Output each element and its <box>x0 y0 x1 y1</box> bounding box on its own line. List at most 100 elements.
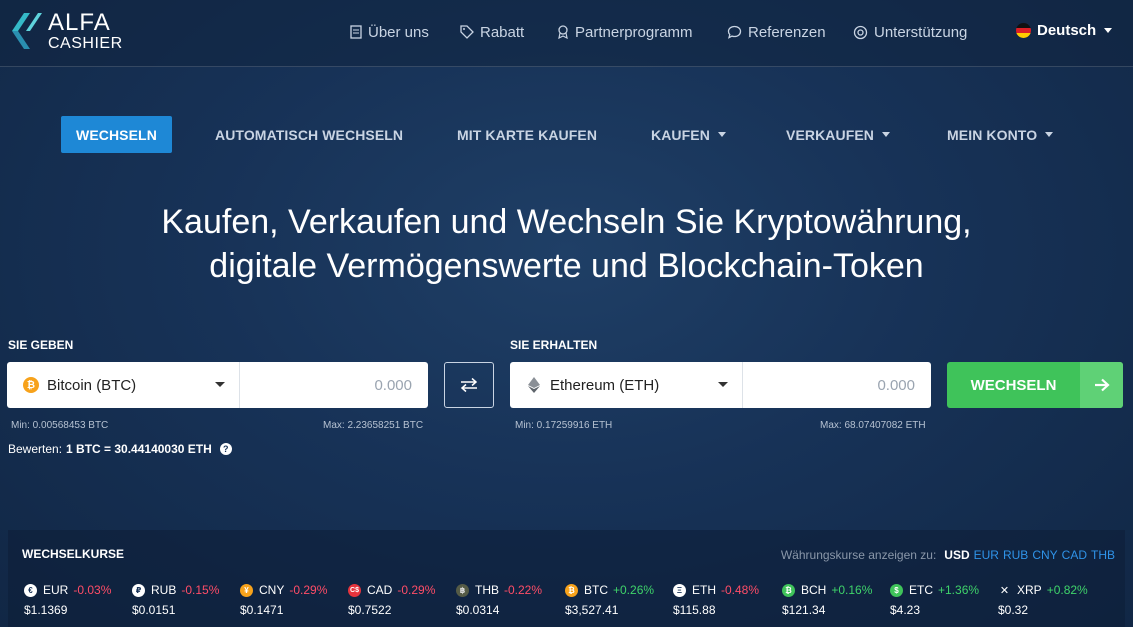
mainnav-label: MEIN KONTO <box>947 126 1038 143</box>
ticker-change: -0.48% <box>721 583 760 597</box>
ticker-symbol: XRP <box>1017 583 1042 597</box>
swap-arrows-icon <box>460 377 478 393</box>
topnav-item-about[interactable]: Über uns <box>350 22 429 42</box>
ticker-etc[interactable]: $ ETC +1.36% $4.23 <box>890 582 1000 622</box>
chevron-down-icon <box>215 382 225 387</box>
currency-option-eur[interactable]: EUR <box>974 548 999 562</box>
hero-title-line1: Kaufen, Verkaufen und Wechseln Sie Krypt… <box>161 203 972 241</box>
ticker-symbol: ETH <box>692 583 716 597</box>
ticker-change: -0.29% <box>289 583 328 597</box>
ticker-xrp[interactable]: ✕ XRP +0.82% $0.32 <box>998 582 1108 622</box>
ticker-symbol: BCH <box>801 583 827 597</box>
chevron-down-icon <box>717 132 726 137</box>
ticker-change: -0.15% <box>181 583 220 597</box>
ticker-symbol: ETC <box>909 583 933 597</box>
mainnav-tab-my-account[interactable]: MEIN KONTO <box>947 116 1054 153</box>
logo-text-alfa: ALFA <box>48 9 111 36</box>
topnav-item-support[interactable]: Unterstützung <box>853 22 967 42</box>
help-icon[interactable]: ? <box>219 443 232 455</box>
ticker-btc[interactable]: ₿ BTC +0.26% $3,527.41 <box>565 582 675 622</box>
arrow-right-icon <box>1080 362 1123 408</box>
ticker-rub[interactable]: ₽ RUB -0.15% $0.0151 <box>132 582 242 622</box>
receive-amount-input[interactable]: 0.000 <box>877 362 915 408</box>
ticker-change: -0.29% <box>397 583 436 597</box>
ticker-symbol: EUR <box>43 583 69 597</box>
ticker-cad[interactable]: C$ CAD -0.29% $0.7522 <box>348 582 458 622</box>
receive-label: SIE ERHALTEN <box>510 338 598 352</box>
receive-currency-select[interactable]: Ethereum (ETH) <box>510 362 743 408</box>
give-amount-input[interactable]: 0.000 <box>374 362 412 408</box>
mainnav-tab-sell[interactable]: VERKAUFEN <box>786 116 891 153</box>
ticker-symbol: CAD <box>367 583 393 597</box>
topnav-item-partner-program[interactable]: Partnerprogramm <box>557 22 693 42</box>
ticker-price: $4.23 <box>890 603 921 617</box>
mainnav-label: MIT KARTE KAUFEN <box>457 126 598 143</box>
support-icon <box>853 25 868 39</box>
currency-option-cny[interactable]: CNY <box>1032 548 1057 562</box>
receive-min: Min: 0.17259916 ETH <box>515 420 613 431</box>
rates-currency-label: Währungskurse anzeigen zu: <box>780 548 937 562</box>
ticker-change: -0.22% <box>504 583 543 597</box>
rates-currency-switcher: Währungskurse anzeigen zu: USD EUR RUB C… <box>777 548 1115 562</box>
ticker-price: $0.7522 <box>348 603 392 617</box>
chevron-down-icon <box>1104 28 1113 33</box>
ticker-change: -0.03% <box>73 583 112 597</box>
ticker-eth[interactable]: Ξ ETH -0.48% $115.88 <box>673 582 783 622</box>
rate-value: 1 BTC = 30.44140030 ETH <box>66 442 212 456</box>
exchange-button[interactable]: WECHSELN <box>947 362 1123 408</box>
topnav-item-references[interactable]: Referenzen <box>727 22 826 42</box>
ticker-symbol: CNY <box>259 583 285 597</box>
ticker-eur[interactable]: € EUR -0.03% $1.1369 <box>24 582 134 622</box>
mainnav-label: WECHSELN <box>76 126 157 143</box>
document-icon <box>350 25 362 39</box>
ticker-price: $1.1369 <box>24 603 68 617</box>
give-currency-select[interactable]: ₿ Bitcoin (BTC) <box>7 362 240 408</box>
logo[interactable]: ALFA CASHIER <box>8 9 128 55</box>
ticker-bch[interactable]: ₿ BCH +0.16% $121.34 <box>782 582 892 622</box>
rates-panel-title: WECHSELKURSE <box>22 547 125 561</box>
currency-option-thb[interactable]: THB <box>1091 548 1115 562</box>
ticker-symbol: THB <box>475 583 499 597</box>
rate-label: Bewerten: <box>8 442 63 456</box>
bitcoin-icon: ₿ <box>565 583 578 597</box>
award-icon <box>558 25 568 39</box>
ticker-price: $0.0314 <box>456 603 500 617</box>
ticker-change: +0.82% <box>1046 583 1088 597</box>
speech-bubble-icon <box>727 25 742 39</box>
currency-option-rub[interactable]: RUB <box>1003 548 1028 562</box>
ticker-price: $0.0151 <box>132 603 176 617</box>
baht-icon: ฿ <box>456 583 469 597</box>
currency-option-cad[interactable]: CAD <box>1062 548 1087 562</box>
ticker-change: +0.16% <box>831 583 873 597</box>
swap-button[interactable] <box>444 362 494 408</box>
mainnav-tab-buy-with-card[interactable]: MIT KARTE KAUFEN <box>457 116 597 153</box>
ticker-symbol: BTC <box>584 583 608 597</box>
ruble-icon: ₽ <box>132 583 145 597</box>
hero-title-line2: digitale Vermögenswerte und Blockchain-T… <box>209 247 924 285</box>
ticker-price: $0.32 <box>998 603 1029 617</box>
mainnav-label: AUTOMATISCH WECHSELN <box>215 126 404 143</box>
bitcoin-icon: ₿ <box>23 377 39 393</box>
language-selector[interactable]: Deutsch <box>1016 22 1113 39</box>
give-max: Max: 2.23658251 BTC <box>323 420 424 431</box>
mainnav-label: VERKAUFEN <box>786 126 875 143</box>
currency-option-usd[interactable]: USD <box>944 548 969 562</box>
give-min: Min: 0.00568453 BTC <box>11 420 109 431</box>
topnav-item-discount[interactable]: Rabatt <box>460 22 524 42</box>
chevron-down-icon <box>882 132 891 137</box>
receive-currency-label: Ethereum (ETH) <box>550 376 660 394</box>
logo-mark-icon <box>12 13 42 49</box>
topnav-label: Referenzen <box>748 23 826 41</box>
mainnav-tab-auto-exchange[interactable]: AUTOMATISCH WECHSELN <box>215 116 403 153</box>
ticker-cny[interactable]: ¥ CNY -0.29% $0.1471 <box>240 582 350 622</box>
ticker-thb[interactable]: ฿ THB -0.22% $0.0314 <box>456 582 566 622</box>
topnav-label: Unterstützung <box>874 23 968 41</box>
ripple-icon: ✕ <box>999 584 1010 597</box>
mainnav-tab-exchange[interactable]: WECHSELN <box>61 116 172 153</box>
give-currency-label: Bitcoin (BTC) <box>47 376 137 394</box>
mainnav-tab-buy[interactable]: KAUFEN <box>651 116 726 153</box>
receive-max: Max: 68.07407082 ETH <box>820 420 926 431</box>
give-label: SIE GEBEN <box>8 338 74 352</box>
top-bar: ALFA CASHIER Über uns Rabatt Partnerprog… <box>0 0 1133 67</box>
topnav-label: Partnerprogramm <box>575 23 693 41</box>
